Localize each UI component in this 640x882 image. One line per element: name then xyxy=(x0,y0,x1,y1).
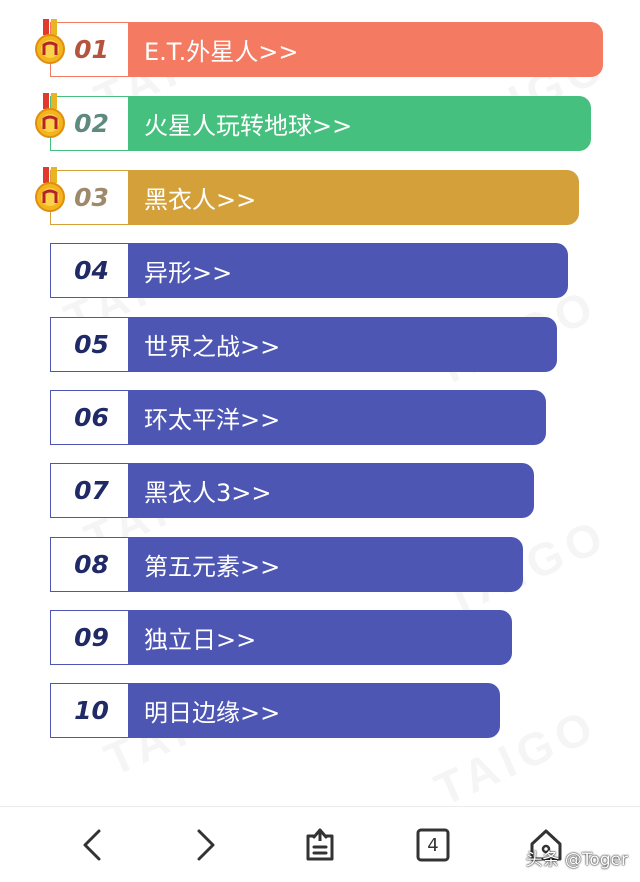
rank-number: 03 xyxy=(74,183,109,212)
item-title[interactable]: 火星人玩转地球>> xyxy=(128,96,591,151)
forward-icon xyxy=(197,829,215,861)
share-button[interactable] xyxy=(300,825,340,865)
rank-box: 07 xyxy=(50,463,128,518)
medal-icon xyxy=(35,93,65,138)
rank-box: 05 xyxy=(50,317,128,372)
list-item[interactable]: 06 环太平洋>> xyxy=(50,390,546,445)
rank-number: 01 xyxy=(74,35,109,64)
item-title[interactable]: 异形>> xyxy=(128,243,568,298)
tabs-button[interactable]: 4 xyxy=(413,825,453,865)
list-item[interactable]: 10 明日边缘>> xyxy=(50,683,500,738)
rank-box: 01 xyxy=(35,19,128,77)
rank-number: 04 xyxy=(74,256,109,285)
medal-icon xyxy=(35,19,65,64)
list-item[interactable]: 01 E.T.外星人>> xyxy=(35,19,603,77)
list-item[interactable]: 07 黑衣人3>> xyxy=(50,463,534,518)
list-item[interactable]: 02 火星人玩转地球>> xyxy=(35,93,591,151)
item-title[interactable]: 明日边缘>> xyxy=(128,683,500,738)
rank-number: 08 xyxy=(74,550,109,579)
list-item[interactable]: 08 第五元素>> xyxy=(50,537,523,592)
list-item[interactable]: 04 异形>> xyxy=(50,243,568,298)
item-title[interactable]: 独立日>> xyxy=(128,610,512,665)
tab-count: 4 xyxy=(427,834,439,856)
list-item[interactable]: 05 世界之战>> xyxy=(50,317,557,372)
rank-number: 05 xyxy=(74,330,109,359)
rank-box: 04 xyxy=(50,243,128,298)
rank-box: 02 xyxy=(35,93,128,151)
rank-box: 09 xyxy=(50,610,128,665)
list-item[interactable]: 03 黑衣人>> xyxy=(35,167,579,225)
rank-box: 10 xyxy=(50,683,128,738)
item-title[interactable]: 环太平洋>> xyxy=(128,390,546,445)
rank-number: 06 xyxy=(74,403,109,432)
medal-icon xyxy=(35,167,65,212)
item-title[interactable]: 黑衣人>> xyxy=(128,170,579,225)
rank-number: 02 xyxy=(74,109,109,138)
item-title[interactable]: 第五元素>> xyxy=(128,537,523,592)
forward-button[interactable] xyxy=(186,825,226,865)
rank-number: 07 xyxy=(74,476,109,505)
item-title[interactable]: 黑衣人3>> xyxy=(128,463,534,518)
bottom-nav-bar: 4 头条 @Toger xyxy=(0,806,640,882)
rank-box: 06 xyxy=(50,390,128,445)
back-button[interactable] xyxy=(72,825,112,865)
item-title[interactable]: E.T.外星人>> xyxy=(128,22,603,77)
rank-number: 10 xyxy=(74,696,109,725)
rank-box: 08 xyxy=(50,537,128,592)
rank-number: 09 xyxy=(74,623,109,652)
share-icon xyxy=(306,828,334,861)
rank-box: 03 xyxy=(35,167,128,225)
item-title[interactable]: 世界之战>> xyxy=(128,317,557,372)
brand-watermark: 头条 @Toger xyxy=(525,850,628,870)
back-icon xyxy=(83,829,101,861)
list-item[interactable]: 09 独立日>> xyxy=(50,610,512,665)
